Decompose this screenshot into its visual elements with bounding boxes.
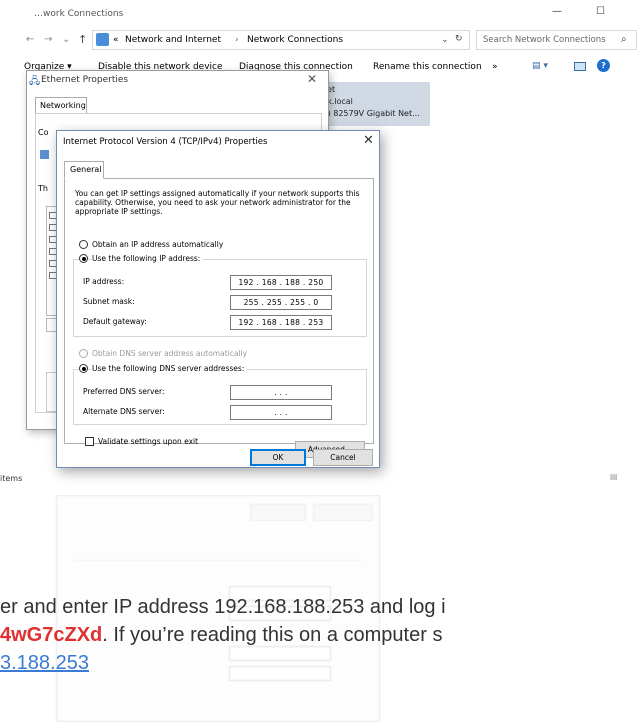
refresh-icon[interactable]: ↻ [455,34,463,44]
search-input[interactable]: Search Network Connections ⌕ [476,30,637,50]
obtain-dns-auto-radio[interactable] [79,349,88,358]
view-options-icon[interactable]: ▤ ▾ [532,61,548,71]
preview-pane-icon[interactable] [574,62,586,71]
validate-settings-label: Validate settings upon exit [98,437,199,446]
use-static-ip-radio[interactable] [79,254,88,263]
network-adapter-icon: 🖧 [29,76,41,87]
ipv4-properties-dialog: Internet Protocol Version 4 (TCP/IPv4) P… [56,130,380,468]
default-gateway-field[interactable]: 192 . 168 . 188 . 253 [230,315,332,330]
maximize-button[interactable]: ☐ [596,6,605,17]
screenshot: …work Connections — ☐ ← → ⌄ ↑ « Network … [0,0,637,722]
adapter-icon [40,150,49,159]
reflection-cancel [313,504,373,521]
up-icon[interactable]: ↑ [78,33,87,46]
details-view-icon[interactable]: ▤ [610,472,618,481]
minimize-button[interactable]: — [552,6,562,17]
article-text: er and enter IP address 192.168.188.253 … [0,596,637,676]
window-title: …work Connections [34,9,124,19]
items-label: Th [38,184,48,193]
connect-using-label: Co [38,128,49,137]
obtain-dns-auto-label: Obtain DNS server address automatically [92,349,248,358]
help-icon[interactable]: ? [597,59,610,72]
use-static-dns-label: Use the following DNS server addresses: [92,364,248,373]
password-text: 4wG7cZXd [0,624,103,646]
ip-address-label: IP address: [83,277,125,286]
status-items-count: items [0,474,23,483]
reflection-line [72,560,362,561]
chevron-right-icon: › [235,35,239,45]
alternate-dns-field[interactable]: . . . [230,405,332,420]
validate-settings-checkbox[interactable] [85,437,94,446]
breadcrumb-separator-icon: « [113,35,119,45]
search-placeholder: Search Network Connections [483,35,606,45]
control-panel-icon [96,33,109,46]
forward-icon[interactable]: → [44,34,52,45]
address-bar[interactable]: « Network and Internet › Network Connect… [92,30,470,50]
reflection-ok [250,504,306,521]
default-gateway-label: Default gateway: [83,317,147,326]
preferred-dns-label: Preferred DNS server: [83,387,165,396]
obtain-ip-auto-radio[interactable] [79,240,88,249]
dialog-title: Ethernet Properties [41,75,129,85]
search-icon: ⌕ [621,34,627,45]
cancel-button[interactable]: Cancel [313,449,373,466]
obtain-ip-auto-label: Obtain an IP address automatically [92,240,224,249]
article-line-1: er and enter IP address 192.168.188.253 … [0,596,446,618]
alternate-dns-label: Alternate DNS server: [83,407,165,416]
ok-button[interactable]: OK [250,449,306,466]
router-ip-link[interactable]: 3.188.253 [0,652,89,674]
article-line-3: 3.188.253 [0,652,89,675]
dropdown-icon[interactable]: ⌄ [62,34,70,45]
breadcrumb-network-internet[interactable]: Network and Internet [125,35,221,45]
chevron-down-icon[interactable]: ⌄ [441,35,449,45]
close-icon[interactable]: ✕ [307,72,317,86]
back-icon[interactable]: ← [26,34,34,45]
preferred-dns-field[interactable]: . . . [230,385,332,400]
general-panel: You can get IP settings assigned automat… [64,178,374,458]
more-commands-button[interactable]: » [492,62,498,72]
article-line-2: 4wG7cZXd. If you’re reading this on a co… [0,624,442,647]
article-line-2-rest: . If you’re reading this on a computer s [102,624,443,646]
use-static-dns-radio[interactable] [79,364,88,373]
subnet-mask-field[interactable]: 255 . 255 . 255 . 0 [230,295,332,310]
description-text: You can get IP settings assigned automat… [75,189,360,216]
tile-adapter: R) 82579V Gigabit Net... [322,109,420,118]
subnet-mask-label: Subnet mask: [83,297,135,306]
breadcrumb-network-connections[interactable]: Network Connections [247,35,343,45]
ethernet-connection-tile[interactable]: net uk.local R) 82579V Gigabit Net... [318,82,430,126]
tab-general[interactable]: General [64,161,104,179]
use-static-ip-label: Use the following IP address: [92,254,204,263]
tab-networking[interactable]: Networking [35,97,87,114]
dialog-title: Internet Protocol Version 4 (TCP/IPv4) P… [63,137,268,147]
close-icon[interactable]: ✕ [363,133,374,148]
ip-address-field[interactable]: 192 . 168 . 188 . 250 [230,275,332,290]
rename-button[interactable]: Rename this connection [373,62,482,72]
